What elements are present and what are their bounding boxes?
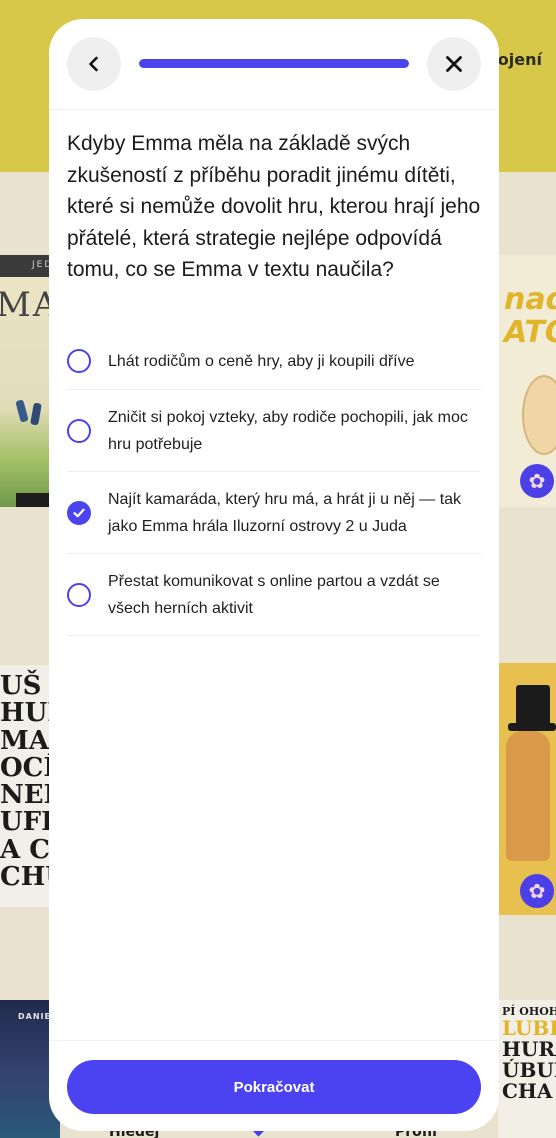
book-title: nad ATO (504, 282, 556, 350)
back-button[interactable] (67, 37, 121, 91)
radio-button[interactable] (67, 418, 91, 443)
progress-fill (139, 59, 409, 68)
book-illustration (30, 402, 42, 426)
answer-option-selected[interactable]: Najít kamaráda, který hru má, a hrát ji … (67, 472, 481, 554)
answer-option[interactable]: Zničit si pokoj vzteky, aby rodiče pocho… (67, 390, 481, 472)
progress-bar (139, 59, 409, 68)
modal-header (49, 19, 499, 110)
quiz-modal: Kdyby Emma měla na základě svých zkušeno… (49, 19, 499, 1131)
continue-button[interactable]: Pokračovat (67, 1060, 481, 1114)
answer-option-label: Lhát rodičům o ceně hry, aby ji koupili … (108, 352, 415, 370)
top-hat-brim (508, 723, 556, 731)
answer-option[interactable]: Přestat komunikovat s online partou a vz… (67, 554, 481, 636)
answer-option-label: Zničit si pokoj vzteky, aby rodiče pocho… (108, 408, 468, 453)
top-hat-illustration (516, 685, 550, 727)
checkmark-icon (73, 508, 85, 517)
answer-option[interactable]: Lhát rodičům o ceně hry, aby ji koupili … (67, 333, 481, 390)
book-title: PÍ OHOH LUBI HURÁ ÚBUB CHA (502, 1005, 556, 1103)
background-header-label: ojení (497, 50, 542, 69)
book-illustration (15, 399, 29, 423)
answer-option-label: Najít kamaráda, který hru má, a hrát ji … (108, 490, 462, 535)
question-text: Kdyby Emma měla na základě svých zkušeno… (67, 132, 481, 281)
chevron-left-icon (89, 56, 98, 72)
answer-option-label: Přestat komunikovat s online partou a vz… (108, 572, 440, 617)
cat-illustration (506, 731, 550, 861)
book-illustration (522, 375, 556, 455)
film-reel-icon[interactable]: ✿ (520, 874, 554, 908)
answer-options: Lhát rodičům o ceně hry, aby ji koupili … (67, 333, 481, 636)
modal-footer: Pokračovat (49, 1040, 499, 1131)
book-cover[interactable]: PÍ OHOH LUBI HURÁ ÚBUB CHA (498, 1000, 556, 1138)
close-button[interactable] (427, 37, 481, 91)
radio-button-checked[interactable] (67, 500, 91, 525)
close-icon (446, 56, 462, 72)
film-reel-icon[interactable]: ✿ (520, 464, 554, 498)
radio-button[interactable] (67, 582, 91, 607)
radio-button[interactable] (67, 349, 91, 373)
